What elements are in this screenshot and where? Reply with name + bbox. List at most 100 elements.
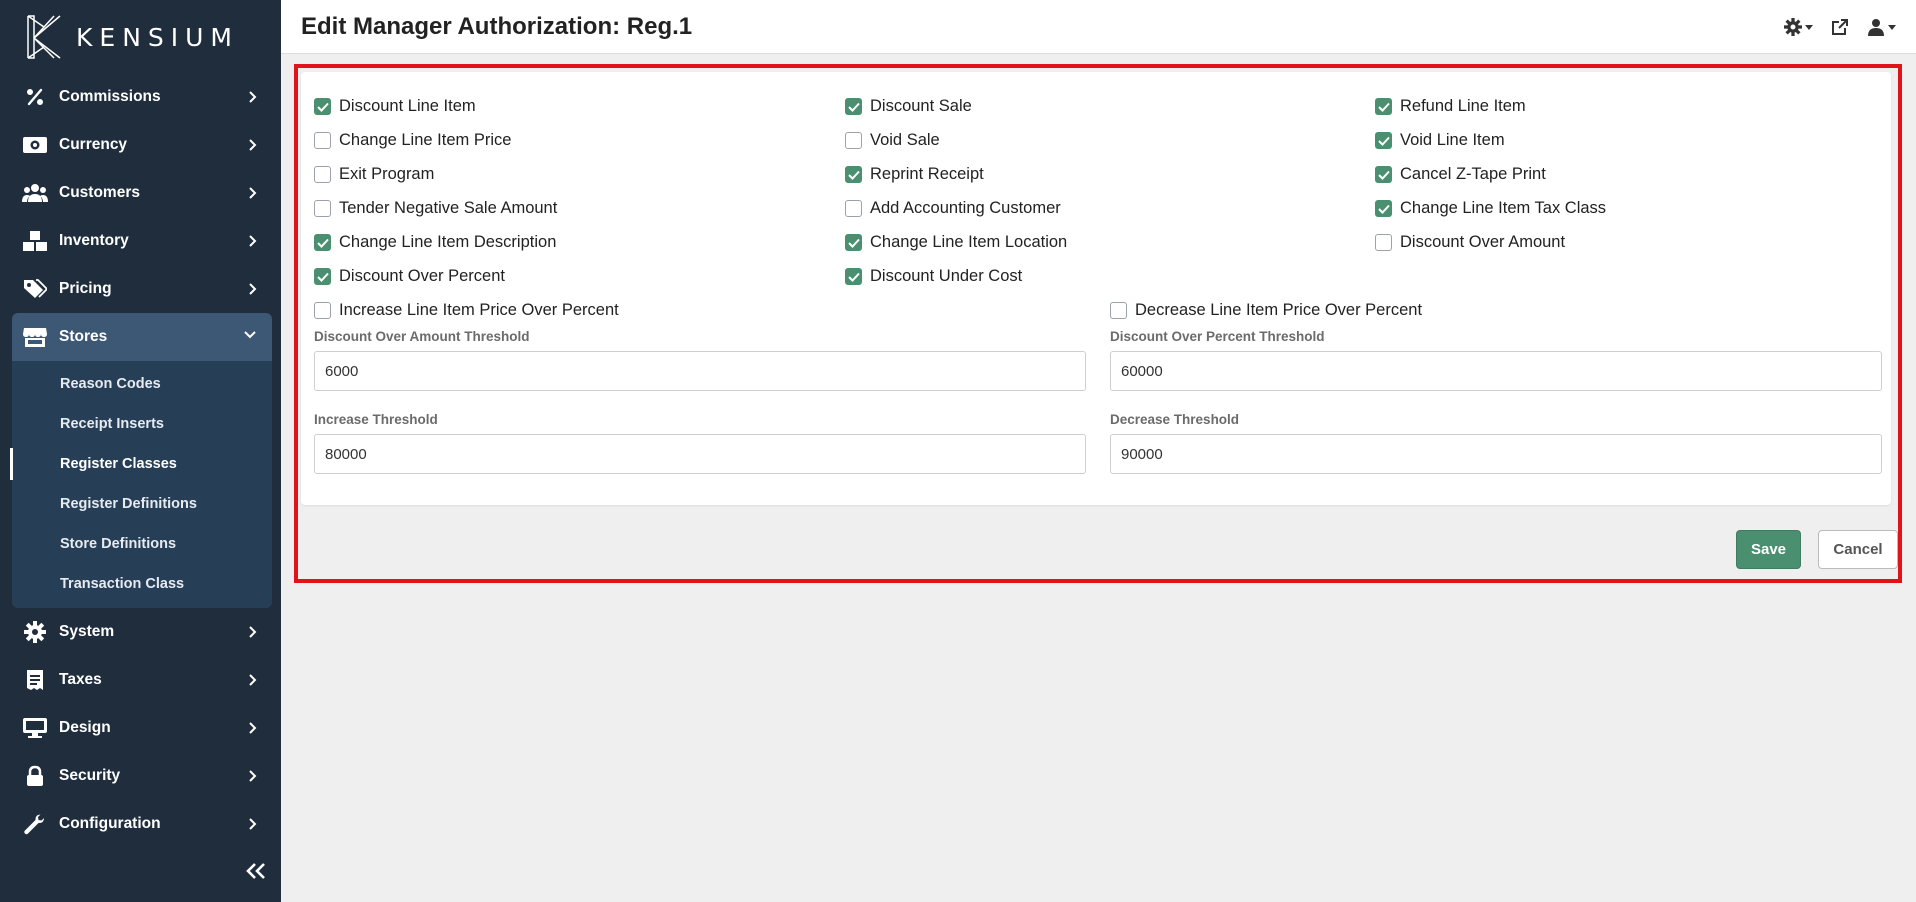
discount-over-percent-threshold-input[interactable] <box>1110 351 1882 391</box>
user-menu[interactable] <box>1867 18 1896 36</box>
checkbox-box[interactable] <box>314 200 331 217</box>
checkbox-box[interactable] <box>1375 200 1392 217</box>
checkbox-discount-line-item[interactable]: Discount Line Item <box>314 97 476 116</box>
collapse-sidebar-icon[interactable] <box>245 862 267 880</box>
checkbox-box[interactable] <box>314 98 331 115</box>
checkbox-label: Exit Program <box>339 165 435 183</box>
checkbox-box[interactable] <box>314 302 331 319</box>
checkbox-box[interactable] <box>1110 302 1127 319</box>
checkbox-change-line-item-location[interactable]: Change Line Item Location <box>845 233 1067 252</box>
increase-threshold-input[interactable] <box>314 434 1086 474</box>
tags-icon <box>22 277 48 301</box>
checkbox-cancel-z-tape-print[interactable]: Cancel Z-Tape Print <box>1375 165 1546 184</box>
boxes-icon <box>22 229 48 253</box>
sidebar-subitem-transaction-class[interactable]: Transaction Class <box>12 564 272 604</box>
checkbox-reprint-receipt[interactable]: Reprint Receipt <box>845 165 984 184</box>
gear-icon <box>22 620 48 644</box>
kensium-k-icon <box>27 15 61 59</box>
check-icon <box>1377 102 1390 112</box>
checkbox-box[interactable] <box>845 166 862 183</box>
checkbox-discount-under-cost[interactable]: Discount Under Cost <box>845 267 1022 286</box>
check-icon <box>1377 204 1390 214</box>
checkbox-box[interactable] <box>845 200 862 217</box>
decrease-threshold-input[interactable] <box>1110 434 1882 474</box>
checkbox-box[interactable] <box>845 234 862 251</box>
checkbox-label: Void Sale <box>870 131 940 149</box>
checkbox-discount-over-amount[interactable]: Discount Over Amount <box>1375 233 1565 252</box>
checkbox-change-line-item-description[interactable]: Change Line Item Description <box>314 233 556 252</box>
checkbox-box[interactable] <box>314 234 331 251</box>
checkbox-label: Add Accounting Customer <box>870 199 1061 217</box>
users-icon <box>22 181 48 205</box>
sidebar: KENSIUM Commissions Currency Customers I… <box>0 0 281 902</box>
settings-gear-icon <box>1784 18 1802 36</box>
sidebar-item-inventory[interactable]: Inventory <box>0 217 281 265</box>
sidebar-item-label: Pricing <box>59 280 112 297</box>
discount-over-amount-threshold-input[interactable] <box>314 351 1086 391</box>
checkbox-discount-sale[interactable]: Discount Sale <box>845 97 972 116</box>
sidebar-item-stores[interactable]: Stores <box>12 313 272 361</box>
checkbox-box[interactable] <box>1375 132 1392 149</box>
checkbox-box[interactable] <box>845 98 862 115</box>
receipt-icon <box>22 668 48 692</box>
checkbox-box[interactable] <box>845 132 862 149</box>
sidebar-item-label: Inventory <box>59 232 129 249</box>
sidebar-item-taxes[interactable]: Taxes <box>0 656 281 704</box>
sidebar-item-currency[interactable]: Currency <box>0 121 281 169</box>
sidebar-item-label: Taxes <box>59 671 102 688</box>
checkbox-label: Discount Under Cost <box>870 267 1023 285</box>
kensium-logo[interactable]: KENSIUM <box>24 14 239 60</box>
save-button[interactable]: Save <box>1736 530 1801 569</box>
checkbox-label: Tender Negative Sale Amount <box>339 199 558 217</box>
checkbox-box[interactable] <box>314 268 331 285</box>
chevron-right-icon <box>249 626 257 638</box>
checkbox-label: Cancel Z-Tape Print <box>1400 165 1546 183</box>
store-icon <box>22 325 48 349</box>
sidebar-item-security[interactable]: Security <box>0 752 281 800</box>
checkbox-box[interactable] <box>845 268 862 285</box>
checkbox-change-line-item-tax-class[interactable]: Change Line Item Tax Class <box>1375 199 1606 218</box>
checkbox-tender-negative-sale-amount[interactable]: Tender Negative Sale Amount <box>314 199 557 218</box>
user-icon <box>1868 19 1884 36</box>
checkbox-label: Change Line Item Price <box>339 131 512 149</box>
checkbox-box[interactable] <box>1375 98 1392 115</box>
chevron-down-icon <box>244 331 256 339</box>
sidebar-item-design[interactable]: Design <box>0 704 281 752</box>
discount-over-percent-threshold-label: Discount Over Percent Threshold <box>1110 329 1325 344</box>
checkbox-exit-program[interactable]: Exit Program <box>314 165 434 184</box>
checkbox-void-sale[interactable]: Void Sale <box>845 131 940 150</box>
checkbox-decrease-line-item-price-over-percent[interactable]: Decrease Line Item Price Over Percent <box>1110 301 1422 320</box>
header-actions <box>1784 18 1896 36</box>
open-external-button[interactable] <box>1831 18 1849 36</box>
checkbox-void-line-item[interactable]: Void Line Item <box>1375 131 1505 150</box>
checkbox-box[interactable] <box>1375 234 1392 251</box>
checkbox-box[interactable] <box>1375 166 1392 183</box>
checkbox-change-line-item-price[interactable]: Change Line Item Price <box>314 131 511 150</box>
sidebar-item-customers[interactable]: Customers <box>0 169 281 217</box>
checkbox-label: Discount Sale <box>870 97 972 115</box>
sidebar-nav: Commissions Currency Customers Inventory <box>0 73 281 848</box>
checkbox-box[interactable] <box>314 166 331 183</box>
sidebar-item-label: System <box>59 623 115 640</box>
checkbox-refund-line-item[interactable]: Refund Line Item <box>1375 97 1526 116</box>
sidebar-subitem-store-definitions[interactable]: Store Definitions <box>12 524 272 564</box>
sidebar-item-configuration[interactable]: Configuration <box>0 800 281 848</box>
sidebar-subitem-register-definitions[interactable]: Register Definitions <box>12 484 272 524</box>
sidebar-item-system[interactable]: System <box>0 608 281 656</box>
chevron-right-icon <box>249 674 257 686</box>
sidebar-item-commissions[interactable]: Commissions <box>0 73 281 121</box>
caret-down-icon <box>1805 24 1813 30</box>
sidebar-item-label: Security <box>59 767 121 784</box>
checkbox-discount-over-percent[interactable]: Discount Over Percent <box>314 267 505 286</box>
percent-icon <box>22 85 48 109</box>
sidebar-subitem-register-classes[interactable]: Register Classes <box>10 444 272 484</box>
sidebar-subitem-reason-codes[interactable]: Reason Codes <box>12 364 272 404</box>
settings-dropdown[interactable] <box>1784 18 1813 36</box>
sidebar-item-pricing[interactable]: Pricing <box>0 265 281 313</box>
sidebar-subitem-receipt-inserts[interactable]: Receipt Inserts <box>12 404 272 444</box>
checkbox-box[interactable] <box>314 132 331 149</box>
cancel-button[interactable]: Cancel <box>1818 530 1898 569</box>
checkbox-add-accounting-customer[interactable]: Add Accounting Customer <box>845 199 1061 218</box>
sidebar-item-label: Design <box>59 719 111 736</box>
checkbox-increase-line-item-price-over-percent[interactable]: Increase Line Item Price Over Percent <box>314 301 619 320</box>
